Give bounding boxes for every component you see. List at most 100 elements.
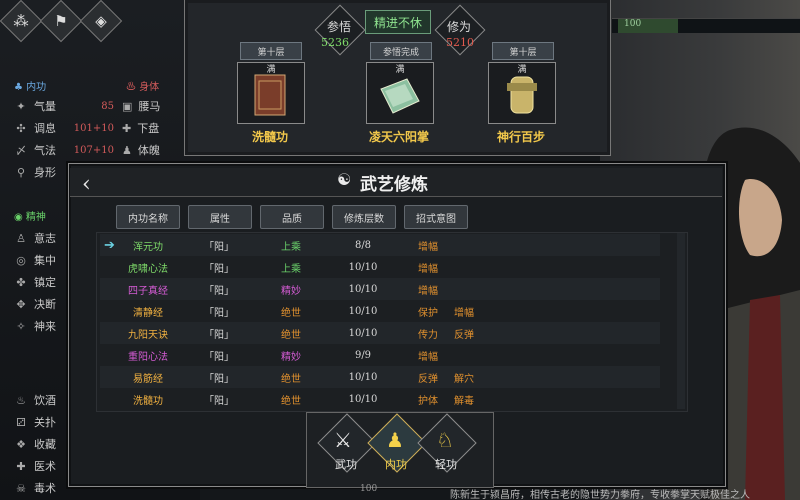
stat-label: 医术 [34, 460, 56, 473]
stat-label: 气量 [34, 100, 56, 113]
scrollbar-track[interactable] [677, 233, 685, 409]
skill-name: 九阳天诀 [128, 329, 168, 341]
skill-grade: 上乘 [281, 263, 301, 275]
eye-icon: ◉ [14, 212, 23, 223]
qi-icon: ✦ [16, 99, 26, 113]
stat-value: 85 [101, 100, 114, 112]
skill-intent: 反弹 [418, 373, 438, 385]
book-tier-tab[interactable]: 参悟完成 [370, 42, 432, 60]
skill-grade: 精妙 [281, 351, 301, 363]
scroll-roll-icon [507, 76, 537, 114]
gamble-icon: ⚂ [16, 415, 26, 429]
skill-row[interactable]: 洗髓功 「阳」 绝世 10/10 护体 解毒 [100, 388, 660, 410]
book-slot[interactable]: 满 [237, 62, 305, 124]
footer-description: 陈新生于颍昌府，相传古老的隐世势力拳府，专收拳掌天赋极佳之人 [450, 490, 750, 500]
skill-row[interactable]: 九阳天诀 「阳」 绝世 10/10 传力 反弹 [100, 322, 660, 344]
skill-grade: 绝世 [281, 307, 301, 319]
poison-icon: ☠ [16, 481, 26, 495]
stat-label: 关扑 [34, 416, 56, 429]
stat-label: 下盘 [137, 122, 160, 135]
body-header: ♨ 身体 [126, 78, 159, 93]
agility-tab-label: 轻功 [435, 458, 457, 471]
skill-attr: 「阳」 [204, 329, 234, 341]
sword-icon: ⚔ [334, 428, 352, 452]
skill-row[interactable]: 虎啸心法 「阳」 上乘 10/10 增幅 [100, 256, 660, 278]
internal-header-label: 内功 [26, 82, 47, 93]
skill-intent: 护体 [418, 395, 438, 407]
stat-xiapan: ✚ 下盘 [122, 118, 159, 138]
skill-intent: 增幅 [418, 285, 438, 297]
spirit-header: ◉ 精神 [14, 208, 46, 223]
body-header-label: 身体 [139, 82, 160, 93]
will-icon: ♙ [16, 231, 26, 245]
col-header-attr[interactable]: 属性 [188, 205, 252, 229]
skill-name: 洗髓功 [133, 395, 163, 407]
skill-row[interactable]: 四子真经 「阳」 精妙 10/10 增幅 [100, 278, 660, 300]
skill-attr: 「阳」 [204, 285, 234, 297]
insight-value: 5236 [321, 36, 349, 49]
stat-value: 101+10 [73, 122, 114, 134]
center-title: 精进不休 [365, 10, 431, 34]
boot-icon: ♘ [436, 428, 454, 452]
col-header-name[interactable]: 内功名称 [116, 205, 180, 229]
skill-grade: 精妙 [281, 285, 301, 297]
skill-name: 易筋经 [133, 373, 163, 385]
breath-icon: ✣ [16, 121, 26, 135]
internal-header-icon: ♣ [14, 82, 23, 93]
qi-method-icon: 〆 [15, 144, 27, 157]
medicine-icon: ✚ [16, 459, 26, 473]
skill-intent: 解毒 [454, 395, 474, 407]
stat-label: 集中 [34, 254, 56, 267]
skill-row[interactable]: 重阳心法 「阳」 精妙 9/9 增幅 [100, 344, 660, 366]
book-status: 满 [395, 65, 405, 75]
stat-label: 气法 [34, 144, 56, 157]
book-slot[interactable]: 满 [366, 62, 434, 124]
stat-tipo: ♟ 体魄 [122, 140, 160, 160]
back-arrow-icon[interactable]: ‹ [82, 172, 91, 197]
inspiration-icon: ✧ [16, 319, 26, 333]
skill-grade: 上乘 [281, 241, 301, 253]
dialog-title: 武艺修炼 [360, 175, 428, 195]
skill-level: 8/8 [354, 239, 372, 251]
col-header-intent[interactable]: 招式意图 [404, 205, 468, 229]
book-tier-tab[interactable]: 第十层 [240, 42, 302, 60]
book-name: 神行百步 [496, 130, 545, 144]
book-icon [254, 74, 286, 116]
skill-attr: 「阳」 [204, 307, 234, 319]
body-icon: ♟ [122, 143, 132, 157]
skill-level: 9/9 [354, 349, 372, 361]
footer-value: 100 [360, 484, 378, 494]
skill-level: 10/10 [348, 261, 378, 273]
skill-intent: 增幅 [418, 263, 438, 275]
skill-intent: 反弹 [454, 329, 474, 341]
skill-name: 四子真经 [128, 285, 168, 297]
cultivation-label: 修为 [446, 20, 471, 34]
col-header-level[interactable]: 修炼层数 [332, 205, 396, 229]
skill-name: 清静经 [133, 307, 163, 319]
skill-attr: 「阳」 [204, 241, 234, 253]
stat-label: 饮酒 [34, 394, 56, 407]
book-tier-tab[interactable]: 第十层 [492, 42, 554, 60]
book-slot[interactable]: 满 [488, 62, 556, 124]
skill-name: 虎啸心法 [128, 263, 168, 275]
title-swirl-icon: ☯ [337, 170, 352, 189]
internal-header: ♣ 内功 [14, 78, 46, 93]
skill-intent: 传力 [418, 329, 438, 341]
skill-row[interactable]: 易筋经 「阳」 绝世 10/10 反弹 解穴 [100, 366, 660, 388]
meditation-icon: ♟ [386, 428, 404, 452]
col-header-grade[interactable]: 品质 [260, 205, 324, 229]
skill-name: 浑元功 [133, 241, 163, 253]
stat-label: 腰马 [138, 100, 161, 113]
skill-intent: 增幅 [418, 241, 438, 253]
skill-level: 10/10 [348, 327, 378, 339]
wine-icon: ♨ [16, 393, 26, 407]
book-name: 凌天六阳掌 [368, 130, 429, 144]
book-name: 洗髓功 [251, 130, 288, 144]
skill-level: 10/10 [348, 283, 378, 295]
skill-row[interactable]: 清静经 「阳」 绝世 10/10 保护 增幅 [100, 300, 660, 322]
skill-level: 10/10 [348, 305, 378, 317]
skill-intent: 解穴 [454, 373, 474, 385]
stat-label: 收藏 [34, 438, 56, 451]
skill-attr: 「阳」 [204, 373, 234, 385]
skill-row[interactable]: ➔ 浑元功 「阳」 上乘 8/8 增幅 [100, 234, 660, 256]
